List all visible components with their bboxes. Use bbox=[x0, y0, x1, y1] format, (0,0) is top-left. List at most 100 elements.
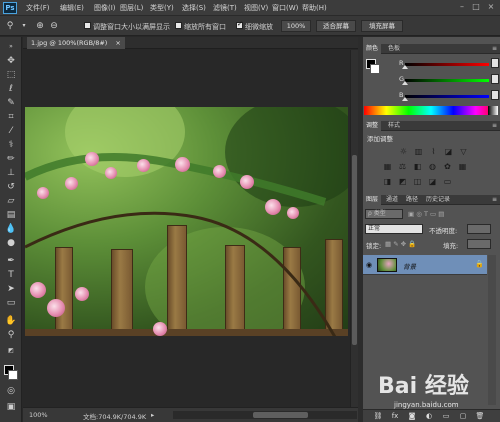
vibrance-icon[interactable]: ▽ bbox=[459, 147, 468, 156]
move-tool-icon[interactable]: ✥ bbox=[4, 55, 18, 67]
blend-mode-select[interactable]: 正常 bbox=[365, 224, 423, 234]
photo-filter-icon[interactable]: ◍ bbox=[428, 162, 437, 171]
canvas-horizontal-scrollbar[interactable] bbox=[173, 411, 357, 419]
collapse-icon[interactable]: » bbox=[4, 41, 18, 53]
path-select-tool-icon[interactable]: ➤ bbox=[4, 283, 18, 295]
menu-window[interactable]: 窗口(W) bbox=[272, 3, 298, 13]
layer-row-background[interactable]: ◉ 背景 🔒 bbox=[363, 255, 487, 275]
menu-edit[interactable]: 编辑(E) bbox=[60, 3, 84, 13]
quick-mask-icon[interactable]: ◎ bbox=[4, 385, 18, 397]
default-colors-icon[interactable]: ◩ bbox=[4, 345, 18, 357]
layer-name[interactable]: 背景 bbox=[403, 261, 416, 271]
zoom-all-windows-checkbox[interactable] bbox=[175, 22, 182, 29]
opacity-field[interactable] bbox=[467, 224, 491, 234]
layer-kind-filter[interactable]: ρ 类型 bbox=[365, 209, 403, 219]
menu-type[interactable]: 类型(Y) bbox=[150, 3, 174, 13]
panel-menu-icon[interactable]: ≡ bbox=[492, 195, 497, 205]
close-window-button[interactable]: × bbox=[485, 2, 497, 13]
fill-field[interactable] bbox=[467, 239, 491, 249]
clone-stamp-tool-icon[interactable]: ⊥ bbox=[4, 167, 18, 179]
color-lookup-icon[interactable]: ▦ bbox=[458, 162, 467, 171]
canvas-image[interactable] bbox=[25, 107, 348, 336]
quick-select-tool-icon[interactable]: ✎ bbox=[4, 97, 18, 109]
green-slider[interactable] bbox=[402, 79, 489, 85]
close-tab-icon[interactable]: × bbox=[115, 39, 120, 47]
document-tab[interactable]: 1.jpg @ 100%(RGB/8#) × bbox=[27, 37, 125, 49]
gradient-map-icon[interactable]: ▭ bbox=[443, 177, 452, 186]
menu-filter[interactable]: 滤镜(T) bbox=[213, 3, 237, 13]
maximize-button[interactable]: □ bbox=[470, 2, 482, 13]
tab-layers[interactable]: 图层 bbox=[363, 195, 382, 205]
zoom-level[interactable]: 100% bbox=[29, 411, 48, 419]
chevron-down-icon[interactable]: ▾ bbox=[18, 20, 30, 32]
tab-color[interactable]: 颜色 bbox=[363, 44, 382, 54]
type-tool-icon[interactable]: T bbox=[4, 269, 18, 281]
marquee-tool-icon[interactable]: ⬚ bbox=[4, 69, 18, 81]
black-white-icon[interactable]: ◧ bbox=[413, 162, 422, 171]
menu-file[interactable]: 文件(F) bbox=[26, 3, 50, 13]
history-brush-tool-icon[interactable]: ↺ bbox=[4, 181, 18, 193]
lock-icons[interactable]: ▦ ✎ ✥ 🔒 bbox=[385, 240, 416, 248]
curves-icon[interactable]: ⌇ bbox=[429, 147, 438, 156]
eraser-tool-icon[interactable]: ▱ bbox=[4, 195, 18, 207]
fill-screen-button[interactable]: 填充屏幕 bbox=[361, 20, 403, 32]
document-size-info[interactable]: 文档:704.9K/704.9K bbox=[83, 411, 146, 421]
layer-thumbnail[interactable] bbox=[377, 258, 397, 272]
shape-tool-icon[interactable]: ▭ bbox=[4, 297, 18, 309]
background-color-swatch[interactable] bbox=[8, 370, 18, 380]
scrollbar-thumb[interactable] bbox=[352, 155, 357, 345]
levels-icon[interactable]: ▥ bbox=[414, 147, 423, 156]
canvas-vertical-scrollbar[interactable] bbox=[350, 50, 358, 407]
menu-layer[interactable]: 图层(L) bbox=[120, 3, 143, 13]
tab-styles[interactable]: 样式 bbox=[385, 121, 403, 131]
screen-mode-icon[interactable]: ▣ bbox=[4, 401, 18, 413]
hue-saturation-icon[interactable]: ▦ bbox=[383, 162, 392, 171]
red-slider[interactable] bbox=[402, 63, 489, 69]
red-value-field[interactable] bbox=[491, 58, 499, 68]
blue-slider[interactable] bbox=[402, 95, 489, 101]
threshold-icon[interactable]: ◫ bbox=[413, 177, 422, 186]
menu-help[interactable]: 帮助(H) bbox=[302, 3, 327, 13]
minimize-button[interactable]: – bbox=[456, 2, 468, 13]
tab-paths[interactable]: 路径 bbox=[403, 195, 421, 205]
color-balance-icon[interactable]: ⚖ bbox=[398, 162, 407, 171]
zoom-tool-icon[interactable]: ⚲ bbox=[4, 329, 18, 341]
healing-brush-tool-icon[interactable]: ⚕ bbox=[4, 139, 18, 151]
brush-tool-icon[interactable]: ✏ bbox=[4, 153, 18, 165]
zoom-out-icon[interactable]: ⊖ bbox=[48, 20, 60, 32]
green-value-field[interactable] bbox=[491, 74, 499, 84]
crop-tool-icon[interactable]: ⌗ bbox=[4, 111, 18, 123]
eyedropper-tool-icon[interactable]: ⁄ bbox=[4, 125, 18, 137]
menu-view[interactable]: 视图(V) bbox=[244, 3, 268, 13]
blue-value-field[interactable] bbox=[491, 90, 499, 100]
selective-color-icon[interactable]: ◪ bbox=[428, 177, 437, 186]
exposure-icon[interactable]: ◪ bbox=[444, 147, 453, 156]
blur-tool-icon[interactable]: 💧 bbox=[4, 223, 18, 235]
tab-history[interactable]: 历史记录 bbox=[423, 195, 453, 205]
panel-menu-icon[interactable]: ≡ bbox=[492, 44, 497, 54]
color-bg-swatch[interactable] bbox=[370, 64, 380, 74]
status-menu-arrow-icon[interactable]: ▸ bbox=[151, 411, 154, 419]
fit-screen-button[interactable]: 适合屏幕 bbox=[316, 20, 356, 32]
filter-icons[interactable]: ▣ ◎ T ▭ ▤ bbox=[408, 210, 444, 218]
channel-mixer-icon[interactable]: ✿ bbox=[443, 162, 452, 171]
gradient-tool-icon[interactable]: ▤ bbox=[4, 209, 18, 221]
posterize-icon[interactable]: ◩ bbox=[398, 177, 407, 186]
brightness-contrast-icon[interactable]: ☼ bbox=[399, 147, 408, 156]
menu-image[interactable]: 图像(I) bbox=[94, 3, 116, 13]
resize-windows-checkbox[interactable] bbox=[84, 22, 91, 29]
visibility-eye-icon[interactable]: ◉ bbox=[366, 261, 372, 269]
color-spectrum-bar[interactable] bbox=[364, 106, 498, 115]
scrubby-zoom-checkbox[interactable] bbox=[236, 20, 243, 29]
tab-adjustments[interactable]: 调整 bbox=[363, 121, 382, 131]
tab-channels[interactable]: 通道 bbox=[383, 195, 401, 205]
hand-tool-icon[interactable]: ✋ bbox=[4, 315, 18, 327]
zoom-in-icon[interactable]: ⊕ bbox=[34, 20, 46, 32]
dodge-tool-icon[interactable]: ● bbox=[4, 237, 18, 249]
invert-icon[interactable]: ◨ bbox=[383, 177, 392, 186]
panel-menu-icon[interactable]: ≡ bbox=[492, 121, 497, 131]
pen-tool-icon[interactable]: ✒ bbox=[4, 255, 18, 267]
scrollbar-thumb[interactable] bbox=[253, 412, 308, 418]
lasso-tool-icon[interactable]: ℓ bbox=[4, 83, 18, 95]
menu-select[interactable]: 选择(S) bbox=[182, 3, 206, 13]
